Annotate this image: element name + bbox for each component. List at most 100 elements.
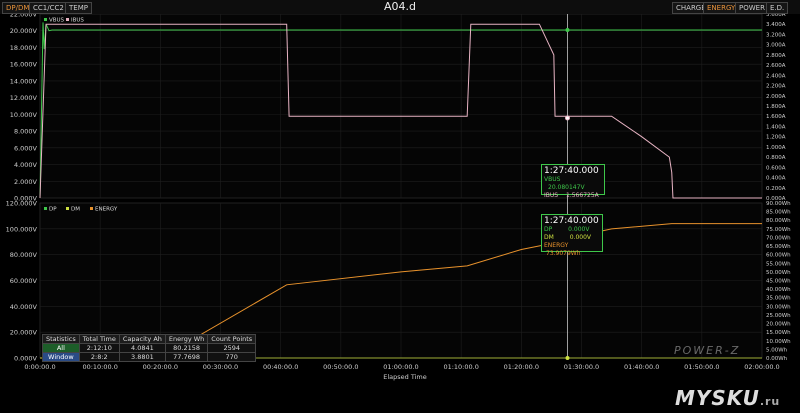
y-right-tick-label: 0.800A xyxy=(766,155,786,161)
tab-ed[interactable]: E.D. xyxy=(766,2,789,14)
stats-cell: 80.2158 xyxy=(164,343,209,353)
stats-row-window-button[interactable]: Window xyxy=(42,352,80,362)
y-left-tick-label: 10.000V xyxy=(10,111,38,119)
stats-cell: 2:12:10 xyxy=(78,343,120,353)
y-right-tick-label: 2.600A xyxy=(766,63,786,69)
y-left-tick-label: 12.000V xyxy=(10,94,38,102)
stats-cell: 770 xyxy=(207,352,257,362)
y-right-tick-label: 3.000A xyxy=(766,43,786,49)
cursor-marker-vbus xyxy=(565,28,570,33)
y-right-tick-label: 0.00Wh xyxy=(766,356,788,362)
vbus-ibus-chart: 0.000V2.000V4.000V6.000V8.000V10.000V12.… xyxy=(10,14,786,203)
x-tick-label: 00:20:00.0 xyxy=(143,363,178,371)
y-right-tick-label: 60.00Wh xyxy=(766,253,791,259)
y-left-tick-label: 16.000V xyxy=(10,61,38,69)
charts-svg[interactable]: 0.000V 2.000V 4.000V 6.000V 8.000V 10.000V 12.… xyxy=(0,14,800,386)
stats-header: Energy Wh xyxy=(164,334,209,344)
vbus-label: VBUS xyxy=(544,176,561,183)
y-right-tick-label: 20.00Wh xyxy=(766,322,791,328)
y-left-tick-label: 100.000V xyxy=(6,225,38,233)
ibus-value: 1.566725A xyxy=(566,192,599,199)
y-right-tick-label: 3.200A xyxy=(766,32,786,38)
watermark-main: MYSKU xyxy=(675,386,760,410)
y-right-tick-label: 90.00Wh xyxy=(766,201,791,207)
file-title: A04.d xyxy=(383,0,416,13)
legend-swatch xyxy=(66,18,69,21)
x-tick-label: 02:00:00.0 xyxy=(744,363,779,371)
y-left-tick-label: 22.000V xyxy=(10,14,38,19)
y-right-tick-label: 50.00Wh xyxy=(766,270,791,276)
y-left-tick-label: 120.000V xyxy=(6,200,38,208)
y-left-tick-label: 14.000V xyxy=(10,77,38,85)
x-tick-label: 01:30:00.0 xyxy=(564,363,599,371)
vbus-value: 20.080147V xyxy=(548,184,585,191)
tab-power[interactable]: POWER xyxy=(735,2,769,14)
tab-cc1-cc2[interactable]: CC1/CC2 xyxy=(29,2,68,14)
x-tick-label: 01:10:00.0 xyxy=(443,363,478,371)
y-left-tick-label: 18.000V xyxy=(10,44,38,52)
y-right-tick-label: 45.00Wh xyxy=(766,279,791,285)
tab-temp[interactable]: TEMP xyxy=(65,2,92,14)
x-tick-label: 00:10:00.0 xyxy=(82,363,117,371)
energy-value: 73.9079Wh xyxy=(546,250,581,257)
stats-header: Count Points xyxy=(207,334,257,344)
legend-label: DP xyxy=(49,207,57,213)
y-right-tick-label: 55.00Wh xyxy=(766,261,791,267)
watermark-suffix: .ru xyxy=(759,395,781,408)
statistics-table: Statistics Total Time Capacity Ah Energy… xyxy=(42,334,257,362)
y-left-tick-label: 40.000V xyxy=(10,303,38,311)
legend-swatch xyxy=(66,207,69,210)
power-z-logo: POWER-Z xyxy=(674,344,741,357)
stats-cell: 2:8:2 xyxy=(78,352,120,362)
y-right-tick-label: 40.00Wh xyxy=(766,287,791,293)
y-right-tick-label: 30.00Wh xyxy=(766,304,791,310)
tab-energy[interactable]: ENERGY xyxy=(703,2,740,14)
cursor-time-2: 1:27:40.000 xyxy=(544,216,599,226)
y-right-tick-label: 70.00Wh xyxy=(766,235,791,241)
stats-row-all-button[interactable]: All xyxy=(42,343,80,353)
energy-label: ENERGY xyxy=(544,242,569,249)
x-tick-label: 01:20:00.0 xyxy=(504,363,539,371)
y-right-tick-label: 75.00Wh xyxy=(766,227,791,233)
y-right-tick-label: 0.600A xyxy=(766,165,786,171)
dp-label: DP xyxy=(544,226,553,233)
y-right-tick-label: 1.000A xyxy=(766,145,786,151)
y-left-tick-label: 8.000V xyxy=(14,128,38,136)
stats-cell: 2594 xyxy=(207,343,257,353)
x-tick-label: 01:00:00.0 xyxy=(383,363,418,371)
y-right-tick-label: 3.600A xyxy=(766,14,786,18)
y-right-tick-label: 1.400A xyxy=(766,124,786,130)
y-right-tick-label: 0.400A xyxy=(766,176,786,182)
legend-swatch xyxy=(90,207,93,210)
cursor-marker-dm xyxy=(565,356,570,360)
y-right-tick-label: 65.00Wh xyxy=(766,244,791,250)
dm-value: 0.000V xyxy=(569,234,591,241)
stats-cell: 77.7698 xyxy=(164,352,209,362)
x-tick-label: 00:40:00.0 xyxy=(263,363,298,371)
y-right-tick-label: 1.200A xyxy=(766,135,786,141)
y-right-tick-label: 85.00Wh xyxy=(766,210,791,216)
legend-swatch xyxy=(44,207,47,210)
y-right-tick-label: 2.400A xyxy=(766,73,786,79)
y-right-tick-label: 2.000A xyxy=(766,94,786,100)
x-tick-label: 00:30:00.0 xyxy=(203,363,238,371)
legend-label: DM xyxy=(71,207,80,213)
y-left-tick-label: 20.000V xyxy=(10,329,38,337)
y-right-tick-label: 2.200A xyxy=(766,84,786,90)
y-right-tick-label: 3.400A xyxy=(766,22,786,28)
stats-cell: 4.0841 xyxy=(118,343,166,353)
y-left-tick-label: 6.000V xyxy=(14,144,38,152)
stats-header: Statistics xyxy=(42,334,80,344)
ibus-label: IBUS xyxy=(544,192,559,199)
y-right-tick-label: 15.00Wh xyxy=(766,330,791,336)
legend-label: VBUS xyxy=(49,18,65,24)
cursor-marker-ibus xyxy=(564,115,570,121)
y-right-tick-label: 2.800A xyxy=(766,53,786,59)
y-right-tick-label: 5.00Wh xyxy=(766,347,788,353)
cursor-readout-top: 1:27:40.000 VBUS 20.080147V IBUS 1.56672… xyxy=(541,164,605,199)
y-right-tick-label: 10.00Wh xyxy=(766,339,791,345)
y-left-tick-label: 20.000V xyxy=(10,27,38,35)
y-right-tick-label: 1.600A xyxy=(766,114,786,120)
y-left-tick-label: 60.000V xyxy=(10,277,38,285)
top-toolbar: DP/DM CC1/CC2 TEMP A04.d CHARGE ENERGY P… xyxy=(0,0,800,14)
